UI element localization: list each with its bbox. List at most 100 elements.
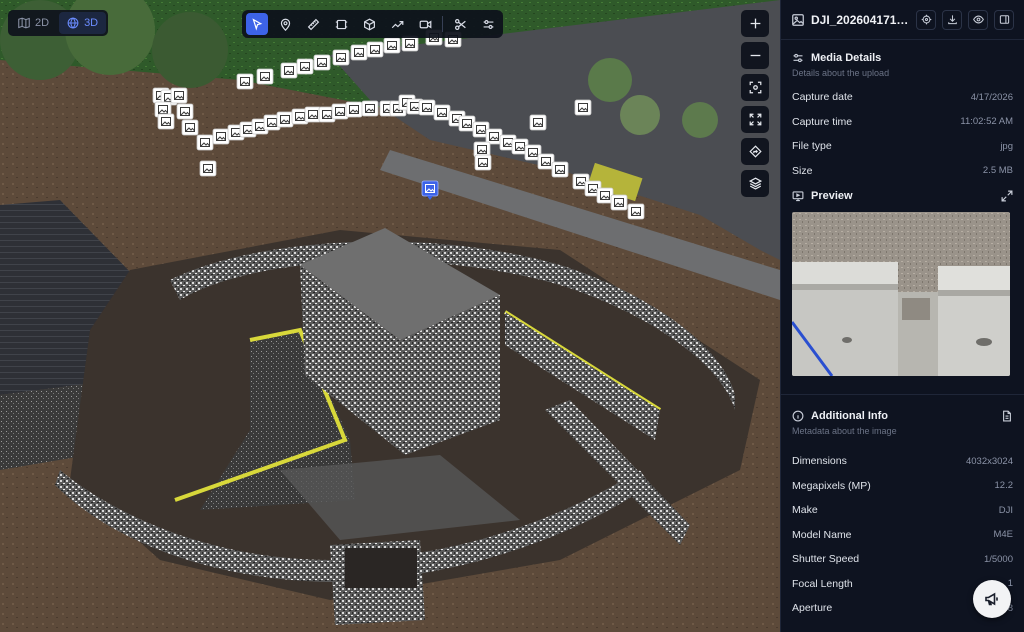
file-name-title: DJI_2026041714...	[811, 12, 910, 27]
photo-marker-icon[interactable]	[296, 58, 314, 75]
info-row-model-name: Model Name M4E	[792, 523, 1013, 548]
mode-2d-button[interactable]: 2D	[10, 12, 57, 34]
fullscreen-button[interactable]	[741, 106, 769, 133]
info-key: Dimensions	[792, 455, 847, 468]
settings-tool-button[interactable]	[477, 13, 499, 35]
selected-photo-marker-icon[interactable]	[421, 180, 439, 200]
map-pin-icon	[280, 18, 290, 31]
photo-marker-icon[interactable]	[529, 114, 547, 131]
line-chart-icon	[391, 20, 403, 28]
mode-3d-button[interactable]: 3D	[59, 12, 107, 34]
additional-info-header: Additional Info	[792, 410, 1013, 422]
layers-icon	[748, 177, 762, 190]
photo-marker-icon[interactable]	[401, 35, 419, 52]
photo-marker-icon[interactable]	[383, 37, 401, 54]
focus-button[interactable]	[741, 74, 769, 101]
photo-marker-icon[interactable]	[196, 134, 214, 151]
detail-row-size: Size 2.5 MB	[792, 159, 1013, 184]
document-icon[interactable]	[1001, 410, 1013, 422]
photo-marker-icon[interactable]	[350, 44, 368, 61]
photo-marker-icon[interactable]	[433, 104, 451, 121]
volume-tool-button[interactable]	[358, 13, 380, 35]
image-file-icon	[792, 13, 804, 26]
preview-title: Preview	[811, 190, 853, 202]
download-button[interactable]	[942, 9, 962, 30]
profile-tool-button[interactable]	[386, 13, 408, 35]
eye-icon	[972, 15, 984, 24]
zoom-out-button[interactable]	[741, 42, 769, 69]
detail-row-file-type: File type jpg	[792, 134, 1013, 159]
detail-key: Size	[792, 164, 813, 177]
feedback-button[interactable]	[973, 580, 1011, 618]
navigate-button[interactable]	[741, 138, 769, 165]
photo-marker-icon[interactable]	[313, 54, 331, 71]
3d-viewport[interactable]: 2D 3D	[0, 0, 780, 632]
target-frame-icon	[749, 81, 761, 94]
photo-marker-icon[interactable]	[157, 113, 175, 130]
area-tool-button[interactable]	[330, 13, 352, 35]
info-value: M4E	[993, 529, 1013, 541]
detail-value: 11:02:52 AM	[960, 116, 1013, 128]
layers-button[interactable]	[741, 170, 769, 197]
zoom-in-button[interactable]	[741, 10, 769, 37]
cube-icon	[363, 18, 375, 30]
frame-icon	[335, 19, 347, 29]
photo-marker-icon[interactable]	[280, 62, 298, 79]
detail-row-capture-time: Capture time 11:02:52 AM	[792, 110, 1013, 135]
photo-marker-icon[interactable]	[361, 100, 379, 117]
photo-marker-icon[interactable]	[181, 119, 199, 136]
visibility-button[interactable]	[968, 9, 988, 30]
media-details-section: Media Details Details about the upload C…	[781, 40, 1024, 183]
cut-tool-button[interactable]	[449, 13, 471, 35]
globe-icon	[67, 17, 79, 29]
media-details-panel: DJI_2026041714... Media Details Details …	[780, 0, 1024, 632]
photo-marker-icon[interactable]	[345, 101, 363, 118]
photo-marker-icon[interactable]	[199, 160, 217, 177]
media-details-list: Capture date 4/17/2026 Capture time 11:02:…	[792, 85, 1013, 183]
photo-marker-icon[interactable]	[596, 187, 614, 204]
photo-marker-icon[interactable]	[574, 99, 592, 116]
toggle-panel-button[interactable]	[994, 9, 1014, 30]
select-tool-button[interactable]	[246, 13, 268, 35]
photo-marker-icon[interactable]	[176, 103, 194, 120]
photo-marker-icon[interactable]	[627, 203, 645, 220]
photo-marker-icon[interactable]	[332, 49, 350, 66]
info-row-shutter-speed: Shutter Speed 1/5000	[792, 547, 1013, 572]
crosshair-icon	[921, 14, 931, 25]
sliders-icon	[483, 19, 493, 29]
info-row-dimensions: Dimensions 4032x3024	[792, 449, 1013, 474]
marker-tool-button[interactable]	[274, 13, 296, 35]
info-value: DJI	[998, 504, 1013, 516]
photo-marker-icon[interactable]	[212, 128, 230, 145]
video-icon	[419, 20, 431, 28]
detail-value: jpg	[1000, 140, 1013, 152]
media-details-subtitle: Details about the upload	[792, 68, 890, 78]
map-toolbar	[242, 10, 503, 38]
plus-icon	[750, 18, 760, 29]
photo-marker-icon[interactable]	[366, 41, 384, 58]
photo-marker-icon[interactable]	[418, 99, 436, 116]
photo-marker-icon[interactable]	[474, 154, 492, 171]
minus-icon	[750, 54, 760, 57]
photo-marker-icon[interactable]	[256, 68, 274, 85]
expand-preview-icon[interactable]	[1001, 190, 1013, 202]
sidebar-icon	[999, 15, 1009, 24]
photo-marker-icon[interactable]	[610, 194, 628, 211]
photo-marker-icon[interactable]	[276, 111, 294, 128]
info-key: Shutter Speed	[792, 553, 860, 566]
info-value: 1	[1007, 578, 1013, 590]
additional-info-subtitle: Metadata about the image	[792, 426, 897, 436]
info-key: Make	[792, 504, 818, 517]
photo-marker-icon[interactable]	[170, 87, 188, 104]
info-row-make: Make DJI	[792, 498, 1013, 523]
image-preview[interactable]	[792, 212, 1010, 376]
measure-tool-button[interactable]	[302, 13, 324, 35]
photo-marker-icon[interactable]	[236, 73, 254, 90]
video-tool-button[interactable]	[414, 13, 436, 35]
locate-button[interactable]	[916, 9, 936, 30]
detail-key: Capture date	[792, 91, 853, 104]
preview-photo	[792, 212, 1010, 376]
photo-marker-icon[interactable]	[551, 161, 569, 178]
photo-marker-icon[interactable]	[537, 153, 555, 170]
info-icon	[792, 410, 804, 422]
